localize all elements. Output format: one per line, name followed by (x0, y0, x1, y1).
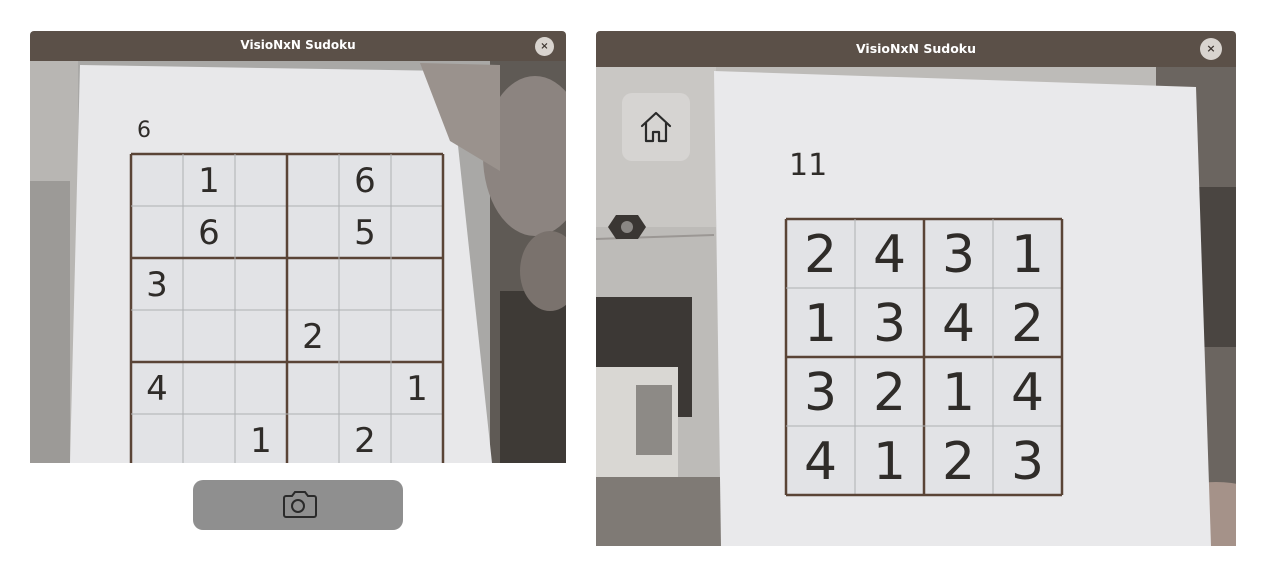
sudoku-cell: 4 (804, 432, 837, 492)
sudoku-cell: 2 (942, 432, 975, 492)
window-title: VisioNxN Sudoku (855, 41, 977, 56)
sudoku-cell: 2 (804, 225, 837, 285)
sudoku-cell: 6 (354, 161, 376, 201)
sudoku-cell: 2 (302, 317, 324, 357)
sudoku-cell: 1 (804, 294, 837, 354)
camera-frame: 6 1 66 5324 11 2 (30, 61, 566, 463)
sudoku-cell: 1 (873, 432, 906, 492)
camera-icon (283, 491, 317, 518)
sudoku-cell: 1 (406, 369, 428, 409)
sudoku-cell: 3 (804, 363, 837, 423)
sudoku-cell: 4 (873, 225, 906, 285)
sudoku-cell: 1 (942, 363, 975, 423)
sudoku-cell: 2 (1011, 294, 1044, 354)
capture-button[interactable] (193, 480, 403, 530)
camera-window-right: VisioNxN Sudoku × 11 2431134232144123 (596, 31, 1236, 546)
camera-feed: 6 1665324112 (30, 61, 566, 463)
sudoku-cell: 4 (942, 294, 975, 354)
title-bar: VisioNxN Sudoku × (30, 31, 566, 61)
sudoku-grid-6x6: 1 66 5324 11 2 (129, 152, 445, 463)
camera-frame: 11 2 4 3 11 3 4 23 2 1 44 1 2 3 (596, 67, 1236, 546)
sudoku-cell: 2 (354, 421, 376, 461)
sudoku-grid-4x4: 2 4 3 11 3 4 23 2 1 44 1 2 3 (784, 217, 1064, 497)
window-title: VisioNxN Sudoku (240, 38, 356, 52)
puzzle-number: 6 (137, 118, 151, 143)
home-button[interactable] (622, 93, 690, 161)
camera-feed: 11 2431134232144123 (596, 67, 1236, 546)
sudoku-cell: 3 (146, 265, 168, 305)
sudoku-cell: 1 (250, 421, 272, 461)
sudoku-cell: 3 (942, 225, 975, 285)
sudoku-cell: 4 (146, 369, 168, 409)
sudoku-cell: 5 (354, 213, 376, 253)
sudoku-cell: 3 (873, 294, 906, 354)
sudoku-cell: 4 (1011, 363, 1044, 423)
sudoku-cell: 1 (198, 161, 220, 201)
close-button[interactable]: × (1200, 38, 1222, 60)
sudoku-cell: 2 (873, 363, 906, 423)
sudoku-cell: 6 (198, 213, 220, 253)
sudoku-cell: 3 (1011, 432, 1044, 492)
home-icon (640, 111, 672, 143)
title-bar: VisioNxN Sudoku × (596, 31, 1236, 67)
close-button[interactable]: × (535, 37, 554, 56)
puzzle-number: 11 (789, 148, 827, 183)
sudoku-cell: 1 (1011, 225, 1044, 285)
camera-window-left: VisioNxN Sudoku × 6 1665324112 (30, 31, 566, 463)
